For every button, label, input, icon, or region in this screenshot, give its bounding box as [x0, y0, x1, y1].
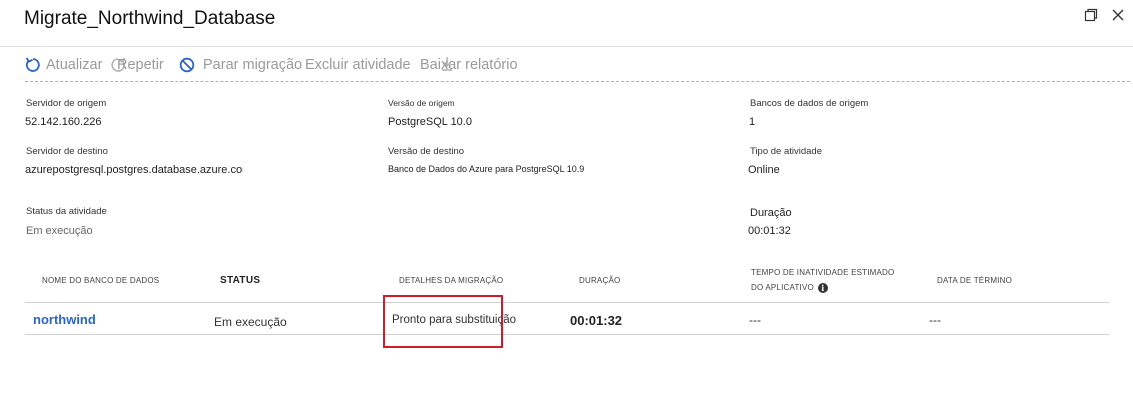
table-row[interactable] — [25, 303, 1109, 334]
column-header-downtime-line1: TEMPO DE INATIVIDADE ESTIMADO — [751, 268, 895, 277]
stop-icon — [179, 56, 197, 74]
column-header-status: STATUS — [220, 275, 261, 286]
source-databases-value: 1 — [749, 116, 756, 128]
activity-status-value: Em execução — [26, 225, 93, 237]
refresh-label: Atualizar — [46, 57, 103, 73]
activity-type-value: Online — [748, 164, 780, 176]
restore-window-icon[interactable] — [1083, 8, 1099, 24]
toolbar-divider — [25, 81, 1130, 82]
source-version-value: PostgreSQL 10.0 — [388, 116, 472, 128]
highlight-box — [383, 295, 503, 348]
close-icon[interactable] — [1110, 8, 1126, 24]
row-duration: 00:01:32 — [570, 313, 623, 328]
source-server-value: 52.142.160.226 — [25, 116, 102, 128]
database-link-northwind[interactable]: northwind — [33, 312, 96, 327]
column-header-downtime-line2-wrap: DO APLICATIVO i — [751, 283, 894, 293]
source-server-label: Servidor de origem — [26, 98, 107, 109]
column-header-downtime: TEMPO DE INATIVIDADE ESTIMADO DO APLICAT… — [751, 268, 894, 293]
stop-migration-label: Parar migração — [203, 57, 303, 73]
target-server-value: azurepostgresql.postgres.database.azure.… — [25, 164, 243, 176]
row-status: Em execução — [214, 315, 287, 329]
row-divider — [25, 334, 1109, 335]
column-header-db-name: NOME DO BANCO DE DADOS — [42, 276, 160, 285]
column-header-downtime-line2: DO APLICATIVO — [751, 283, 814, 292]
target-server-label: Servidor de destino — [26, 146, 108, 157]
column-header-end-date: DATA DE TÉRMINO — [937, 276, 1013, 285]
source-databases-label: Bancos de dados de origem — [750, 98, 869, 109]
blade-title: Migrate_Northwind_Database — [24, 8, 276, 29]
delete-activity-label: Excluir atividade — [305, 57, 411, 73]
refresh-icon — [24, 56, 42, 74]
activity-status-label: Status da atividade — [26, 206, 107, 217]
row-end-date: --- — [929, 313, 941, 327]
source-version-label: Versão de origem — [388, 98, 455, 108]
duration-value: 00:01:32 — [748, 225, 791, 237]
column-header-details: DETALHES DA MIGRAÇÃO — [399, 276, 504, 285]
row-downtime: --- — [749, 313, 761, 327]
title-divider — [0, 46, 1133, 47]
retry-label: Repetir — [117, 57, 164, 73]
activity-type-label: Tipo de atividade — [750, 146, 823, 157]
column-header-duration: DURAÇÃO — [579, 276, 621, 285]
target-version-label: Versão de destino — [388, 146, 465, 157]
target-version-value: Banco de Dados do Azure para PostgreSQL … — [388, 164, 585, 174]
info-icon[interactable]: i — [817, 283, 828, 293]
duration-label: Duração — [750, 207, 792, 219]
download-report-label: Baixar relatório — [420, 57, 518, 73]
